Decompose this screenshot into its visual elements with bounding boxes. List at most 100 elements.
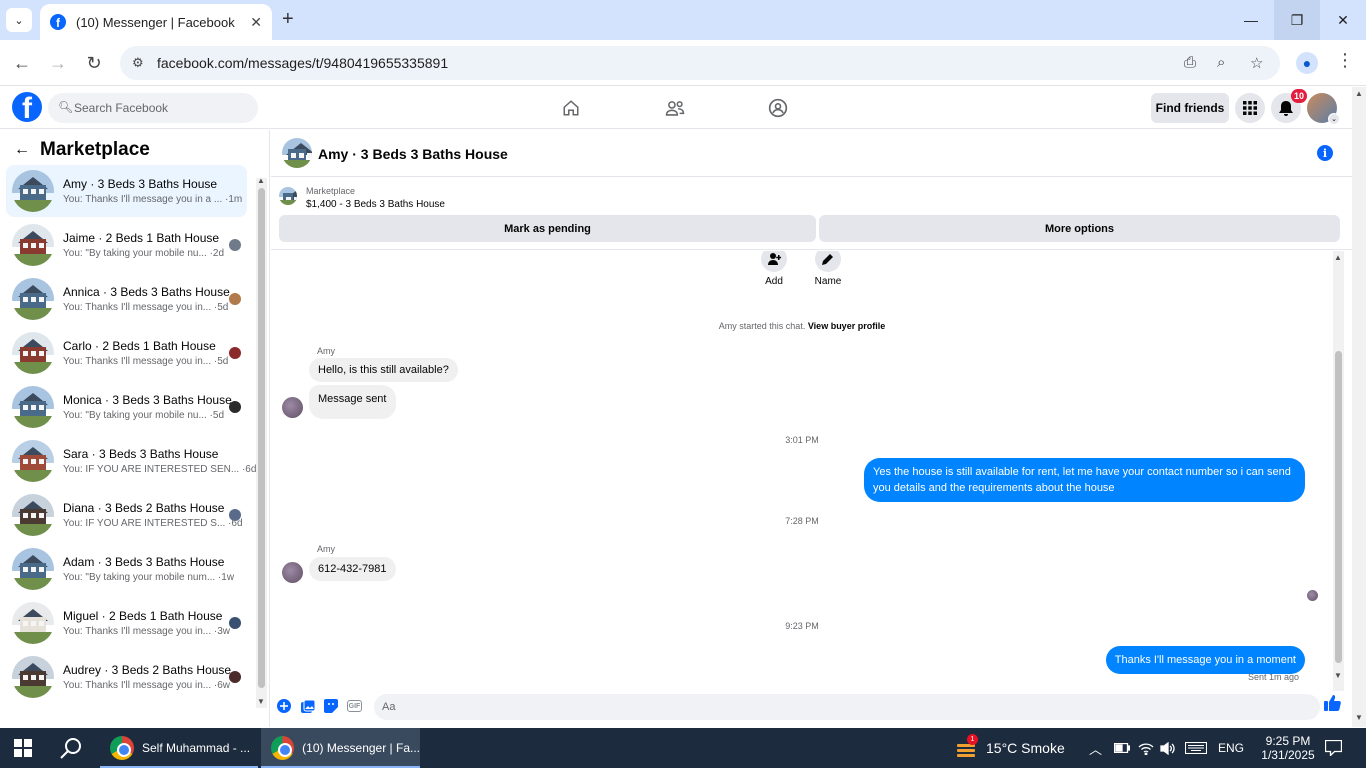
- forward-arrow-icon[interactable]: →: [45, 50, 71, 76]
- sidebar-scrollbar[interactable]: ▲ ▼: [256, 176, 267, 708]
- friends-icon[interactable]: [664, 97, 686, 119]
- bookmark-star-icon[interactable]: ☆: [1250, 54, 1263, 72]
- taskbar-chrome-window-1[interactable]: Self Muhammad - ...: [100, 728, 258, 768]
- minimize-icon[interactable]: —: [1228, 0, 1274, 40]
- volume-icon[interactable]: [1160, 728, 1176, 768]
- scroll-down-icon[interactable]: ▼: [1334, 671, 1342, 680]
- view-buyer-profile-link[interactable]: View buyer profile: [808, 321, 885, 331]
- incoming-message[interactable]: 612-432-7981: [309, 557, 396, 581]
- thumbs-up-like-icon[interactable]: [1324, 695, 1341, 716]
- find-friends-button[interactable]: Find friends: [1151, 93, 1229, 123]
- mark-as-pending-button[interactable]: Mark as pending: [279, 215, 816, 242]
- incoming-message[interactable]: Hello, is this still available?: [309, 358, 458, 382]
- sticker-icon[interactable]: [323, 698, 339, 714]
- scroll-down-icon[interactable]: ▼: [257, 697, 265, 706]
- conversation-item[interactable]: Diana · 3 Beds 2 Baths House You: IF YOU …: [6, 489, 247, 541]
- account-avatar[interactable]: ⌄: [1307, 93, 1340, 125]
- new-tab-icon[interactable]: +: [282, 8, 294, 31]
- quick-action-add-label: Add: [765, 276, 783, 287]
- chat-scrollbar[interactable]: ▲ ▼: [1333, 251, 1344, 691]
- site-settings-icon[interactable]: ⚙: [132, 55, 144, 71]
- browser-menu-icon[interactable]: ⋮: [1336, 50, 1354, 71]
- outgoing-message[interactable]: Thanks I'll message you in a moment: [1105, 646, 1305, 674]
- listing-source: Marketplace: [306, 186, 356, 196]
- pencil-icon: [815, 251, 841, 272]
- taskbar-chrome-window-2[interactable]: (10) Messenger | Fa...: [261, 728, 420, 768]
- conversation-item[interactable]: Annica · 3 Beds 3 Baths House You: Thanks…: [6, 273, 247, 325]
- listing-thumbnail[interactable]: [279, 187, 297, 205]
- conversation-item[interactable]: Miguel · 2 Beds 1 Bath House You: Thanks …: [6, 597, 247, 649]
- notification-center-icon[interactable]: [1325, 728, 1342, 768]
- battery-icon[interactable]: [1114, 728, 1130, 768]
- conversation-item[interactable]: Audrey · 3 Beds 2 Baths House You: Thanks…: [6, 651, 247, 703]
- conversation-item[interactable]: Jaime · 2 Beds 1 Bath House You: "By taki…: [6, 219, 247, 271]
- url-text: facebook.com/messages/t/9480419655335891: [157, 55, 449, 71]
- facebook-favicon-icon: f: [50, 14, 66, 30]
- conversation-item[interactable]: Monica · 3 Beds 3 Baths House You: "By ta…: [6, 381, 247, 433]
- house-photo: [12, 656, 54, 698]
- taskbar-search-icon[interactable]: [60, 737, 82, 765]
- conversation-item[interactable]: Carlo · 2 Beds 1 Bath House You: Thanks I…: [6, 327, 247, 379]
- scroll-up-icon[interactable]: ▲: [257, 176, 265, 185]
- language-indicator[interactable]: ENG: [1218, 728, 1244, 768]
- more-options-button[interactable]: More options: [819, 215, 1340, 242]
- tab-close-icon[interactable]: ✕: [250, 14, 262, 31]
- message-input[interactable]: [382, 694, 1282, 720]
- message-input-field[interactable]: ☺: [374, 694, 1320, 720]
- gif-icon[interactable]: GIF: [347, 700, 362, 712]
- back-arrow-icon[interactable]: ←: [14, 141, 30, 159]
- reload-icon[interactable]: ↻: [81, 50, 107, 76]
- conversation-item[interactable]: Adam · 3 Beds 3 Baths House You: "By taki…: [6, 543, 247, 595]
- message-sender-name: Amy: [317, 346, 335, 356]
- home-icon[interactable]: [560, 97, 582, 119]
- weather-text[interactable]: 15°C Smoke: [986, 728, 1065, 768]
- tab-search-dropdown[interactable]: ⌄: [6, 8, 32, 32]
- restore-icon[interactable]: ❐: [1274, 0, 1320, 40]
- listing-thumbnail: [12, 386, 54, 428]
- quick-action-name[interactable]: Name: [808, 251, 848, 287]
- facebook-logo-icon[interactable]: f: [12, 92, 42, 122]
- menu-grid-icon[interactable]: [1235, 93, 1265, 123]
- windows-start-icon[interactable]: [14, 739, 32, 757]
- seen-avatar: [229, 671, 241, 683]
- weather-icon[interactable]: 1: [955, 734, 978, 757]
- facebook-search[interactable]: 🔍︎: [48, 93, 258, 123]
- clock[interactable]: 9:25 PM 1/31/2025: [1258, 728, 1318, 768]
- listing-thumbnail: [12, 224, 54, 266]
- wifi-icon[interactable]: [1138, 728, 1154, 768]
- scroll-up-icon[interactable]: ▲: [1355, 89, 1363, 98]
- listing-price[interactable]: $1,400 - 3 Beds 3 Baths House: [306, 199, 445, 210]
- back-arrow-icon[interactable]: ←: [9, 50, 35, 76]
- keyboard-icon[interactable]: [1185, 728, 1207, 768]
- scrollbar-thumb[interactable]: [258, 188, 265, 688]
- page-scrollbar[interactable]: ▲ ▼: [1352, 87, 1366, 727]
- photo-gallery-icon[interactable]: [300, 698, 316, 714]
- conversation-item[interactable]: Sara · 3 Beds 3 Baths House You: IF YOU A…: [6, 435, 256, 487]
- sender-avatar[interactable]: [282, 562, 303, 583]
- plus-circle-icon[interactable]: [276, 698, 292, 714]
- browser-profile-icon[interactable]: ●: [1296, 52, 1318, 74]
- search-input[interactable]: [74, 93, 250, 123]
- info-icon[interactable]: i: [1317, 145, 1333, 161]
- chat-title[interactable]: Amy · 3 Beds 3 Baths House: [318, 146, 508, 162]
- clock-time: 9:25 PM: [1265, 734, 1311, 748]
- address-bar[interactable]: ⚙ facebook.com/messages/t/94804196553358…: [120, 46, 1280, 80]
- quick-action-add[interactable]: Add: [754, 251, 794, 287]
- chat-listing-avatar[interactable]: [282, 138, 312, 168]
- incoming-message[interactable]: Message sent: [309, 385, 397, 419]
- window-close-icon[interactable]: ✕: [1320, 0, 1366, 40]
- sender-avatar[interactable]: [282, 397, 303, 418]
- show-hidden-icons-chevron-up-icon[interactable]: ︿: [1089, 728, 1102, 768]
- browser-tab-messenger[interactable]: f (10) Messenger | Facebook ✕: [40, 4, 272, 40]
- zoom-icon[interactable]: ⌕: [1217, 54, 1225, 71]
- install-app-icon[interactable]: ⎙: [1184, 54, 1196, 71]
- clock-date: 1/31/2025: [1261, 748, 1315, 762]
- scroll-down-icon[interactable]: ▼: [1355, 713, 1363, 722]
- conversation-item[interactable]: Amy · 3 Beds 3 Baths House You: Thanks I'…: [6, 165, 247, 217]
- scrollbar-thumb[interactable]: [1335, 351, 1342, 663]
- groups-icon[interactable]: [767, 97, 789, 119]
- conversation-name: Audrey · 3 Beds 2 Baths House: [63, 663, 232, 677]
- outgoing-message[interactable]: Yes the house is still available for ren…: [864, 458, 1305, 502]
- house-photo: [12, 386, 54, 428]
- scroll-up-icon[interactable]: ▲: [1334, 253, 1342, 262]
